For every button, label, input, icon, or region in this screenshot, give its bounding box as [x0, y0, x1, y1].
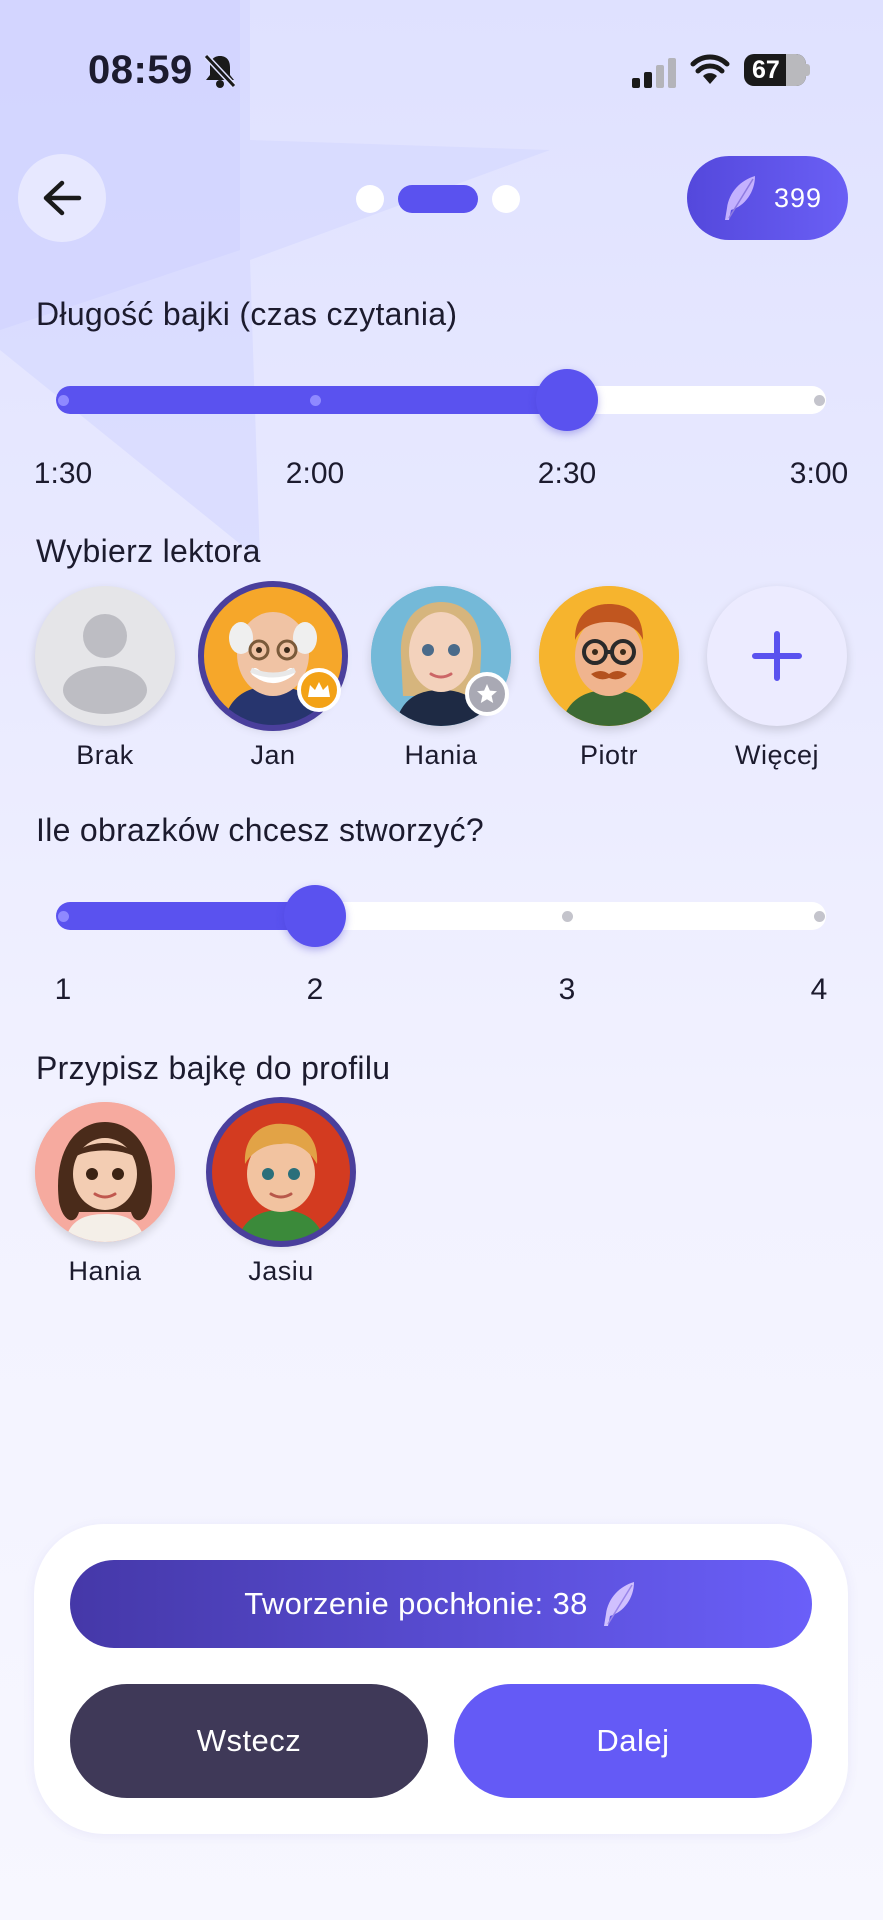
slider-option-label[interactable]: 3 — [559, 973, 576, 1007]
selected-ring — [206, 1097, 356, 1247]
narrator-label: Hania — [404, 740, 478, 770]
credits-count: 399 — [773, 182, 822, 213]
slider-tick — [58, 395, 69, 406]
next-button[interactable]: Dalej — [454, 1684, 812, 1798]
slider-tick — [814, 395, 825, 406]
avatar — [539, 586, 679, 726]
battery-tip — [806, 64, 810, 76]
star-icon — [465, 672, 509, 716]
slider-option-label[interactable]: 4 — [811, 973, 828, 1007]
credits-badge[interactable]: 399 — [687, 156, 848, 240]
bell-muted-icon — [203, 53, 237, 89]
narrator-option-more[interactable]: Więcej — [702, 586, 852, 771]
step-indicator — [356, 185, 520, 213]
wifi-icon — [690, 54, 730, 84]
slider-tick — [562, 911, 573, 922]
slider-tick — [310, 395, 321, 406]
slider-option-label[interactable]: 1 — [55, 973, 72, 1007]
narrator-option-piotr[interactable]: Piotr — [534, 586, 684, 771]
narrator-label: Jan — [250, 740, 296, 770]
battery-percent: 67 — [752, 56, 780, 84]
slider-option-label[interactable]: 1:30 — [34, 457, 92, 491]
back-button[interactable] — [18, 154, 106, 242]
back-action-button[interactable]: Wstecz — [70, 1684, 428, 1798]
feather-icon — [603, 1582, 634, 1626]
battery-icon: 67 — [744, 54, 806, 86]
cost-info-button[interactable]: Tworzenie pochłonie: 38 — [70, 1560, 812, 1648]
narrator-piotr-portrait — [539, 586, 679, 726]
narrator-option-none[interactable]: Brak — [30, 586, 180, 771]
status-bar: 08:59 67 — [0, 0, 883, 140]
slider-option-label[interactable]: 3:00 — [790, 457, 848, 491]
narrator-label: Brak — [76, 740, 134, 770]
narrator-title: Wybierz lektora — [36, 533, 261, 569]
slider-thumb[interactable] — [284, 885, 346, 947]
cost-label: Tworzenie pochłonie: 38 — [244, 1586, 588, 1621]
slider-tick — [58, 911, 69, 922]
slider-track[interactable] — [56, 885, 826, 947]
slider-option-label[interactable]: 2:00 — [286, 457, 344, 491]
avatar — [35, 586, 175, 726]
profile-label: Hania — [68, 1256, 142, 1286]
battery-empty-part — [785, 54, 806, 86]
length-title: Długość bajki (czas czytania) — [36, 296, 458, 332]
status-time: 08:59 — [88, 48, 193, 92]
step-dot-active — [398, 185, 478, 213]
narrator-option-jan[interactable]: Jan — [198, 581, 348, 771]
images-title: Ile obrazków chcesz stworzyć? — [36, 812, 484, 848]
profile-option-hania[interactable]: Hania — [30, 1102, 180, 1287]
more-button — [707, 586, 847, 726]
narrator-label: Więcej — [734, 740, 819, 770]
step-dot — [356, 185, 384, 213]
plus-icon — [752, 631, 802, 681]
user-placeholder-icon — [63, 614, 147, 714]
narrator-option-hania[interactable]: Hania — [366, 586, 516, 771]
narrator-label: Piotr — [579, 740, 639, 770]
arrow-left-icon — [43, 180, 82, 216]
profile-label: Jasiu — [248, 1256, 314, 1286]
profile-option-jasiu[interactable]: Jasiu — [206, 1097, 356, 1287]
slider-option-label[interactable]: 2:30 — [538, 457, 596, 491]
slider-thumb[interactable] — [536, 369, 598, 431]
signal-icon — [632, 58, 676, 88]
action-card: Tworzenie pochłonie: 38 Wstecz Dalej — [34, 1524, 848, 1834]
slider-tick — [814, 911, 825, 922]
crown-icon — [297, 668, 341, 712]
profile-hania-portrait — [35, 1102, 175, 1242]
step-dot — [492, 185, 520, 213]
feather-icon — [725, 176, 755, 220]
slider-option-label[interactable]: 2 — [307, 973, 324, 1007]
avatar — [35, 1102, 175, 1242]
profile-title: Przypisz bajkę do profilu — [36, 1050, 391, 1086]
slider-track[interactable] — [56, 369, 826, 431]
